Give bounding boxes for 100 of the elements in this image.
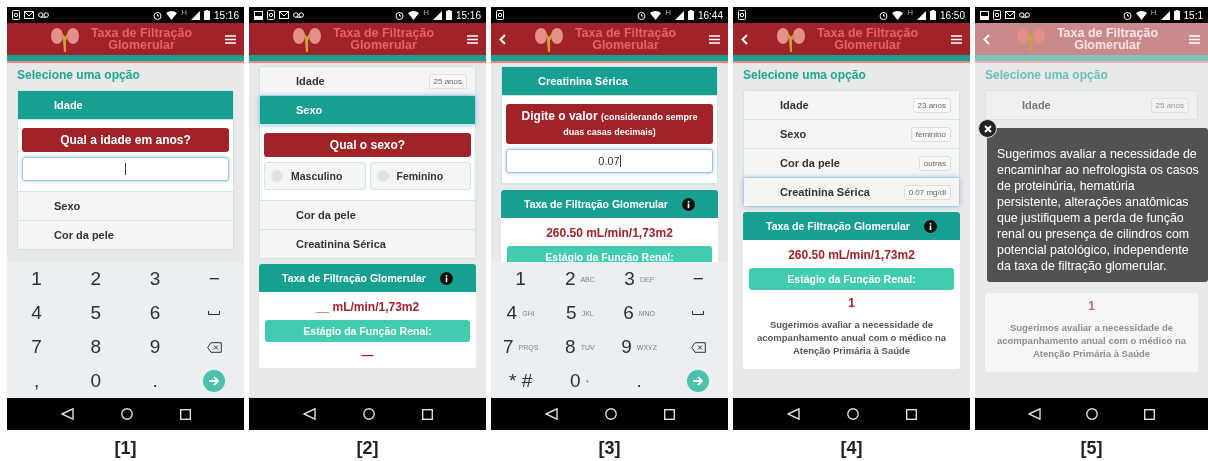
result-title: Taxa de Filtração Glomerular [766, 220, 910, 232]
value-badge: 25 anos [1150, 97, 1189, 113]
advice-text: Sugerimos avaliar a necessidade de acompanhamento anual com o médico na Atenção Primária à Saúde [996, 321, 1187, 361]
keyboard-key[interactable]: 1 [7, 262, 67, 296]
kidneys-icon [775, 26, 806, 52]
option-row[interactable]: Creatinina Sérica 0.07 mg/dl [744, 178, 959, 206]
home-circle-icon[interactable] [604, 408, 617, 420]
menu-icon [467, 34, 478, 44]
input-field[interactable] [22, 157, 229, 181]
phone-icon [12, 10, 20, 20]
menu-button[interactable] [709, 34, 720, 44]
phone-icon [496, 10, 504, 20]
space-icon [692, 311, 705, 315]
backspace-icon [206, 341, 222, 353]
screen-caption: [3] [598, 438, 621, 459]
section-heading: Selecione uma opção [985, 68, 1109, 82]
home-circle-icon[interactable] [1086, 408, 1099, 420]
recents-square-icon[interactable] [179, 408, 191, 420]
wifi-icon [650, 10, 662, 20]
close-button[interactable] [978, 119, 997, 138]
signal-icon [674, 10, 684, 20]
radio-option[interactable]: Masculino [264, 162, 366, 190]
back-triangle-icon[interactable] [786, 408, 800, 420]
app-title: Taxa de Filtração Glomerular [573, 27, 678, 51]
battery-icon [687, 10, 694, 20]
value-badge: outras [918, 155, 951, 171]
keyboard-key[interactable]: − [184, 262, 244, 296]
option-label: Sexo [54, 200, 82, 212]
keyboard-key[interactable]: 2 [66, 262, 126, 296]
back-button[interactable] [499, 33, 506, 45]
keyboard-key[interactable]: 4 [7, 296, 67, 330]
menu-button[interactable] [467, 34, 478, 44]
keyboard-key[interactable]: 3 [125, 262, 185, 296]
value-badge: 23 anos [912, 97, 951, 113]
clock-time: 16:50 [939, 9, 965, 21]
keyboard-key[interactable]: 8 [66, 330, 126, 364]
recents-square-icon[interactable] [1144, 408, 1156, 420]
home-circle-icon[interactable] [120, 408, 133, 420]
network-type: H [1150, 8, 1157, 17]
battery-icon [929, 10, 936, 20]
radio-option[interactable]: Feminino [369, 162, 471, 190]
home-circle-icon[interactable] [362, 408, 375, 420]
recents-square-icon[interactable] [663, 408, 675, 420]
input-field[interactable]: 0.07 [506, 149, 713, 173]
clock-time: 15:16 [213, 9, 239, 21]
question-label: Digite o valor (considerando sempre duas casas decimais) [506, 104, 713, 144]
info-icon[interactable] [681, 197, 695, 211]
keyboard-key[interactable]: − [668, 262, 728, 296]
wifi-icon [892, 10, 904, 20]
keyboard-key[interactable]: 7 [7, 330, 67, 364]
space-icon [208, 311, 221, 315]
back-triangle-icon[interactable] [60, 408, 74, 420]
picture-icon [980, 10, 989, 20]
alarm-icon [879, 10, 889, 20]
app-title: Taxa de Filtração Glomerular [331, 27, 436, 51]
network-type: H [665, 8, 671, 17]
screen-caption: [2] [356, 438, 379, 459]
keyboard-key[interactable]: 6 [125, 296, 185, 330]
app-title: Taxa de Filtração Glomerular [1055, 27, 1160, 51]
recents-square-icon[interactable] [905, 408, 917, 420]
keyboard-key[interactable]: 1 [491, 262, 551, 296]
wifi-icon [1135, 10, 1147, 20]
info-icon[interactable] [923, 219, 937, 233]
keyboard-key[interactable]: * # [491, 364, 551, 398]
option-label: Sexo [780, 128, 808, 140]
chevron-left-icon [983, 33, 990, 45]
keyboard-key[interactable]: 0 [66, 364, 126, 398]
menu-button[interactable] [225, 34, 236, 44]
menu-button[interactable] [951, 34, 962, 44]
keyboard-key[interactable]: 9 [125, 330, 185, 364]
menu-icon [709, 34, 720, 44]
info-icon[interactable] [439, 271, 453, 285]
back-button[interactable] [741, 33, 748, 45]
mail-icon [1005, 11, 1015, 19]
clock-time: 16:44 [697, 9, 723, 21]
keyboard-key[interactable]: 5 [66, 296, 126, 330]
option-row[interactable]: Idade 25 anos [260, 67, 475, 96]
option-row[interactable]: Idade 23 anos [744, 91, 959, 120]
back-triangle-icon[interactable] [544, 408, 558, 420]
keyboard-key[interactable]: . [609, 364, 669, 398]
keyboard-key[interactable]: , [7, 364, 67, 398]
result-title: Taxa de Filtração Glomerular [524, 198, 668, 210]
recents-square-icon[interactable] [421, 408, 433, 420]
clock-time: 15:1 [1183, 9, 1203, 21]
arrow-icon [692, 376, 705, 386]
chevron-left-icon [741, 33, 748, 45]
app-title: Taxa de Filtração Glomerular [89, 27, 194, 51]
rate-value: 260.50 mL/min/1,73m2 [545, 225, 674, 242]
option-row[interactable]: Idade 25 anos [986, 91, 1197, 119]
battery-icon [1173, 10, 1180, 20]
alarm-icon [395, 10, 405, 20]
back-triangle-icon[interactable] [302, 408, 316, 420]
option-label: Idade [54, 99, 84, 111]
back-triangle-icon[interactable] [1027, 408, 1041, 420]
value-badge: 0.07 mg/dl [903, 184, 951, 200]
home-circle-icon[interactable] [846, 408, 859, 420]
keyboard-key[interactable]: . [125, 364, 185, 398]
phone-icon [738, 10, 746, 20]
voicemail-icon [38, 12, 49, 18]
stage-label: Estágio da Função Renal: [265, 320, 470, 342]
